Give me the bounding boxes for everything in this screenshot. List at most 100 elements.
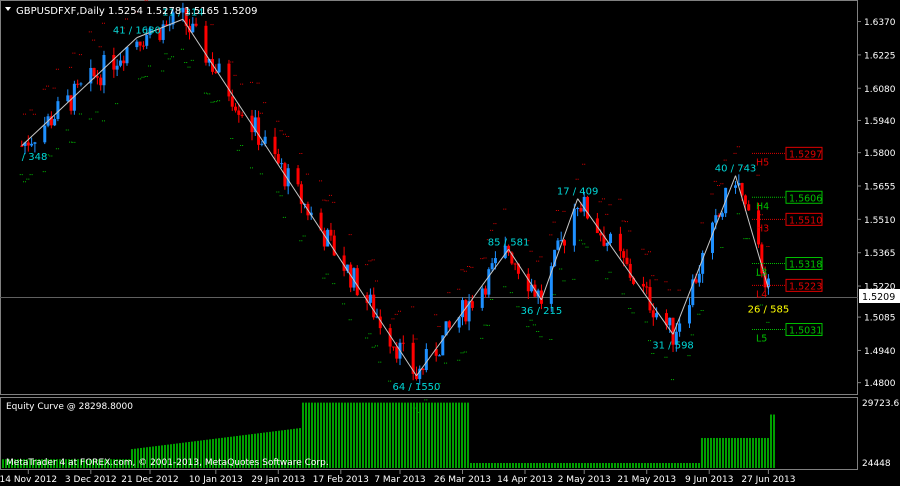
equity-bar bbox=[509, 462, 511, 468]
candle-body bbox=[286, 168, 290, 187]
candle-body bbox=[234, 106, 238, 111]
candle-body bbox=[687, 305, 691, 324]
candle-body bbox=[194, 23, 198, 26]
candle-body bbox=[714, 215, 718, 223]
equity-bar bbox=[332, 402, 334, 468]
candle-body bbox=[99, 77, 103, 86]
equity-bar bbox=[527, 462, 529, 468]
candle-body bbox=[122, 60, 126, 64]
equity-bar bbox=[404, 402, 406, 468]
candle-body bbox=[217, 63, 221, 73]
equity-bar bbox=[347, 402, 349, 468]
candle-body bbox=[734, 185, 738, 188]
candle-body bbox=[493, 258, 497, 264]
equity-bar bbox=[2, 459, 4, 468]
price-tick-label: 1.5365 bbox=[864, 249, 896, 259]
candle-body bbox=[641, 283, 645, 287]
zigzag-label: 17 / 409 bbox=[557, 187, 599, 198]
equity-bar bbox=[368, 402, 370, 468]
candle-body bbox=[79, 83, 83, 85]
equity-bar bbox=[758, 437, 760, 468]
equity-bar bbox=[590, 462, 592, 468]
equity-bar bbox=[608, 462, 610, 468]
candle-body bbox=[372, 294, 376, 318]
equity-bar bbox=[587, 462, 589, 468]
equity-bar bbox=[548, 462, 550, 468]
pivot-level-name: H4 bbox=[756, 201, 769, 212]
equity-bar bbox=[365, 402, 367, 468]
candle-body bbox=[576, 208, 580, 210]
equity-bar bbox=[470, 462, 472, 468]
equity-bar bbox=[575, 462, 577, 468]
zigzag-label: 36 / 215 bbox=[521, 306, 563, 317]
candle-body bbox=[280, 163, 284, 165]
equity-bar bbox=[572, 462, 574, 468]
equity-bar bbox=[617, 462, 619, 468]
equity-bar bbox=[464, 402, 466, 468]
equity-bar bbox=[416, 402, 418, 468]
candle-body bbox=[76, 83, 80, 85]
equity-bar bbox=[707, 437, 709, 468]
candle-body bbox=[747, 204, 751, 211]
equity-bar bbox=[395, 402, 397, 468]
equity-bar bbox=[719, 437, 721, 468]
time-axis[interactable]: 14 Nov 2012 3 Dec 2012 21 Dec 2012 10 Jan 2… bbox=[0, 470, 795, 485]
candle-body bbox=[556, 240, 560, 250]
price-axis[interactable]: 1.6370 1.6225 1.6080 1.5940 1.5800 1.5655 1.55… bbox=[857, 18, 896, 389]
candle-body bbox=[92, 67, 96, 77]
candle-body bbox=[579, 208, 583, 212]
equity-bar bbox=[497, 462, 499, 468]
price-tick-label: 1.6370 bbox=[864, 18, 896, 28]
candle-body bbox=[395, 346, 399, 359]
equity-bar bbox=[551, 462, 553, 468]
equity-bar bbox=[329, 402, 331, 468]
equity-bar bbox=[650, 462, 652, 468]
equity-bar bbox=[749, 437, 751, 468]
chart-menu-triangle-icon[interactable] bbox=[5, 7, 11, 11]
equity-bar bbox=[530, 462, 532, 468]
zigzag-label: 26 / 585 bbox=[748, 305, 790, 316]
pivot-level-value: 1.5031 bbox=[789, 326, 822, 337]
candle-body bbox=[625, 257, 629, 264]
candle-body bbox=[391, 346, 395, 348]
equity-bar bbox=[671, 462, 673, 468]
candle-body bbox=[487, 269, 491, 295]
chart-window[interactable]: / 34841 / 168011 / 31464 / 155085 / 5813… bbox=[0, 0, 900, 486]
candle-body bbox=[618, 233, 622, 252]
equity-bar bbox=[560, 462, 562, 468]
candle-body bbox=[480, 288, 484, 308]
equity-bar bbox=[458, 402, 460, 468]
zigzag-leg bbox=[21, 37, 138, 147]
equity-bar bbox=[569, 462, 571, 468]
candle-body bbox=[276, 154, 280, 164]
equity-bar bbox=[338, 402, 340, 468]
equity-bar bbox=[512, 462, 514, 468]
equity-bar bbox=[761, 437, 763, 468]
equity-bar bbox=[554, 462, 556, 468]
candle-body bbox=[470, 301, 474, 308]
time-tick-label: 2 May 2013 bbox=[558, 475, 611, 485]
candle-body bbox=[43, 125, 47, 143]
equity-bar bbox=[344, 402, 346, 468]
equity-bar bbox=[371, 402, 373, 468]
equity-bar bbox=[359, 402, 361, 468]
candle-body bbox=[240, 114, 244, 116]
equity-bar bbox=[599, 462, 601, 468]
equity-bar bbox=[557, 462, 559, 468]
candle-body bbox=[33, 142, 37, 144]
equity-bar bbox=[515, 462, 517, 468]
equity-bar bbox=[584, 462, 586, 468]
time-tick-label: 29 Jan 2013 bbox=[251, 475, 305, 485]
equity-bar bbox=[425, 402, 427, 468]
equity-bar bbox=[398, 402, 400, 468]
candle-body bbox=[586, 196, 590, 219]
zigzag-leg bbox=[672, 175, 736, 335]
candle-body bbox=[204, 25, 208, 63]
candle-body bbox=[66, 95, 70, 102]
pivot-level-value: 1.5606 bbox=[789, 193, 822, 204]
price-tick-label: 1.4800 bbox=[864, 379, 896, 389]
equity-bar bbox=[521, 462, 523, 468]
equity-bar bbox=[410, 402, 412, 468]
copyright-text: MetaTrader 4 at FOREX.com, © 2001-2013, … bbox=[6, 458, 329, 468]
equity-bar bbox=[764, 437, 766, 468]
